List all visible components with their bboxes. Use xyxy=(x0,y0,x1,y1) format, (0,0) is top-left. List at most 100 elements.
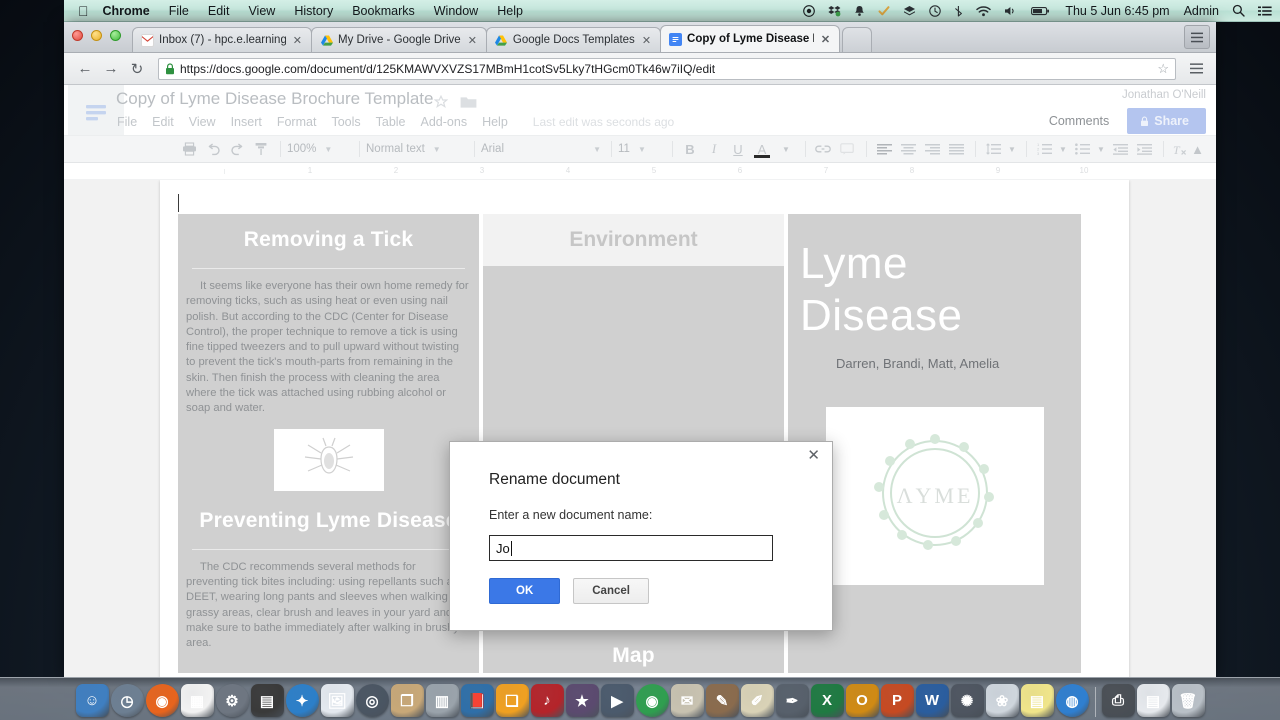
docs-menu-file[interactable]: File xyxy=(117,115,137,129)
dock-item-mail[interactable]: ✉ xyxy=(670,684,704,717)
cancel-button[interactable]: Cancel xyxy=(573,578,649,604)
bookmark-star-icon[interactable]: ☆ xyxy=(1157,61,1169,77)
dropbox-icon[interactable] xyxy=(828,5,841,17)
paint-format-icon[interactable] xyxy=(250,138,272,160)
dock-item-calculator[interactable]: ▥ xyxy=(425,684,459,717)
numbered-list-icon[interactable]: 123 xyxy=(1033,138,1055,160)
close-icon[interactable]: ✕ xyxy=(807,448,820,463)
menu-item-chrome[interactable]: Chrome xyxy=(103,4,150,18)
document-title[interactable]: Copy of Lyme Disease Brochure Template xyxy=(116,89,434,109)
document-name-input[interactable]: Jo xyxy=(489,535,773,561)
docs-menu-table[interactable]: Table xyxy=(376,115,406,129)
menu-item-edit[interactable]: Edit xyxy=(208,4,230,18)
dock-item-graphics-app[interactable]: ✒ xyxy=(775,684,809,717)
clear-formatting-icon[interactable]: T xyxy=(1170,138,1192,160)
docs-ruler[interactable]: 1 2 3 4 5 6 7 8 9 10 xyxy=(64,163,1216,180)
menu-item-view[interactable]: View xyxy=(248,4,275,18)
dock-item-final-cut[interactable]: ▶ xyxy=(600,684,634,717)
docs-menu-edit[interactable]: Edit xyxy=(152,115,174,129)
docs-menu-help[interactable]: Help xyxy=(482,115,508,129)
dock-item-dictionary[interactable]: 📕 xyxy=(460,684,494,717)
layers-icon[interactable] xyxy=(903,5,916,17)
redo-icon[interactable] xyxy=(226,138,248,160)
dock-item-terminal-utility[interactable]: ▤ xyxy=(250,684,284,717)
browser-tab-docs-templates[interactable]: Google Docs Templates ✕ xyxy=(485,27,662,52)
browser-tab-lyme-doc[interactable]: Copy of Lyme Disease Broc ✕ xyxy=(660,25,841,52)
zoom-select[interactable]: 100% ▼ xyxy=(287,143,349,155)
font-size-select[interactable]: 11 ▼ xyxy=(618,143,662,155)
minimize-window-button[interactable] xyxy=(91,30,102,41)
address-bar[interactable]: https://docs.google.com/document/d/125KM… xyxy=(158,57,1176,80)
menu-bar-user[interactable]: Admin xyxy=(1184,4,1219,18)
collapse-toolbar-icon[interactable]: ▲ xyxy=(1191,142,1204,157)
menu-item-window[interactable]: Window xyxy=(434,4,478,18)
docs-menu-addons[interactable]: Add-ons xyxy=(421,115,468,129)
comments-button[interactable]: Comments xyxy=(1040,109,1118,133)
checkmark-icon[interactable] xyxy=(878,5,890,17)
align-right-icon[interactable] xyxy=(921,138,943,160)
wifi-icon[interactable] xyxy=(976,5,992,17)
maximize-window-button[interactable] xyxy=(110,30,121,41)
volume-icon[interactable] xyxy=(1004,5,1018,17)
text-color-button[interactable]: A xyxy=(751,138,773,160)
browser-tab-my-drive[interactable]: My Drive - Google Drive ✕ xyxy=(311,27,487,52)
search-icon[interactable] xyxy=(1232,4,1245,17)
add-comment-icon[interactable] xyxy=(836,138,858,160)
browser-tab-inbox[interactable]: Inbox (7) - hpc.e.learning ✕ xyxy=(132,27,312,52)
menu-bar-clock[interactable]: Thu 5 Jun 6:45 pm xyxy=(1065,4,1169,18)
font-family-select[interactable]: Arial ▼ xyxy=(481,143,601,155)
reload-icon[interactable]: ↻ xyxy=(124,57,150,81)
bell-icon[interactable] xyxy=(854,5,865,17)
undo-icon[interactable] xyxy=(202,138,224,160)
account-name[interactable]: Jonathan O'Neill xyxy=(1040,89,1206,101)
dock-item-safari[interactable]: ◍ xyxy=(1055,684,1089,717)
apple-menu-icon[interactable]:  xyxy=(78,4,89,18)
dock-item-ibooks[interactable]: ❏ xyxy=(495,684,529,717)
docs-menu-insert[interactable]: Insert xyxy=(231,115,262,129)
dock-item-imovie[interactable]: ★ xyxy=(565,684,599,717)
menu-item-file[interactable]: File xyxy=(169,4,189,18)
dock-item-notes[interactable]: ▤ xyxy=(1020,684,1054,717)
align-left-icon[interactable] xyxy=(873,138,895,160)
tab-close-icon[interactable]: ✕ xyxy=(821,33,830,46)
tab-close-icon[interactable]: ✕ xyxy=(642,34,651,47)
dock-item-trash[interactable]: 🗑 xyxy=(1171,684,1205,717)
dock-item-launchpad[interactable]: ▦ xyxy=(180,684,214,717)
bluetooth-icon[interactable] xyxy=(954,5,963,17)
tab-close-icon[interactable]: ✕ xyxy=(468,34,477,47)
folder-icon[interactable] xyxy=(460,95,477,109)
docs-menu-format[interactable]: Format xyxy=(277,115,317,129)
star-icon[interactable] xyxy=(434,95,448,109)
link-icon[interactable] xyxy=(812,138,834,160)
paragraph-style-select[interactable]: Normal text ▼ xyxy=(366,143,464,155)
dock-item-powerpoint[interactable]: P xyxy=(880,684,914,717)
bulleted-list-icon[interactable] xyxy=(1071,138,1093,160)
tab-close-icon[interactable]: ✕ xyxy=(293,34,302,47)
dock-item-preview[interactable]: 🖼 xyxy=(320,684,354,717)
dock-item-outlook[interactable]: O xyxy=(845,684,879,717)
underline-button[interactable]: U xyxy=(727,138,749,160)
dock-item-stickies-note[interactable]: ✐ xyxy=(740,684,774,717)
dock-item-appstore[interactable]: ✦ xyxy=(285,684,319,717)
align-justify-icon[interactable] xyxy=(945,138,967,160)
menu-item-history[interactable]: History xyxy=(294,4,333,18)
document-canvas[interactable]: Removing a Tick It seems like everyone h… xyxy=(64,180,1216,677)
decrease-indent-icon[interactable] xyxy=(1109,138,1131,160)
dock-item-chrome[interactable]: ◉ xyxy=(635,684,669,717)
dock-item-finder[interactable]: ☺ xyxy=(75,684,109,717)
dock-item-utility-gear[interactable]: ✺ xyxy=(950,684,984,717)
share-button[interactable]: Share xyxy=(1127,108,1206,134)
docs-menu-view[interactable]: View xyxy=(189,115,216,129)
dock-item-contacts[interactable]: ❐ xyxy=(390,684,424,717)
dock-item-photo-booth[interactable]: ◎ xyxy=(355,684,389,717)
increase-indent-icon[interactable] xyxy=(1133,138,1155,160)
align-center-icon[interactable] xyxy=(897,138,919,160)
close-window-button[interactable] xyxy=(72,30,83,41)
dock-item-photos[interactable]: ❀ xyxy=(985,684,1019,717)
dock-item-excel[interactable]: X xyxy=(810,684,844,717)
docs-menu-tools[interactable]: Tools xyxy=(331,115,360,129)
chrome-menu-icon[interactable] xyxy=(1184,63,1208,74)
menu-item-bookmarks[interactable]: Bookmarks xyxy=(352,4,415,18)
forward-arrow-icon[interactable]: → xyxy=(98,57,124,81)
chevron-down-icon[interactable]: ▼ xyxy=(1006,138,1018,160)
